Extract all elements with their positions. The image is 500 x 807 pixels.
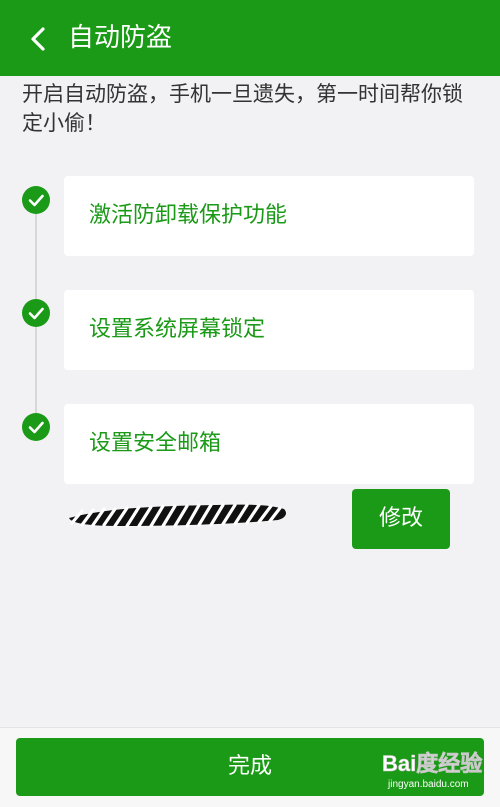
back-button[interactable] xyxy=(24,22,54,56)
app-header: 自动防盗 xyxy=(0,0,500,76)
baidu-jingyan-watermark: Bai度经验 jingyan.baidu.com xyxy=(382,747,494,795)
masked-email-scribble xyxy=(66,496,288,532)
edit-email-button[interactable]: 修改 xyxy=(352,489,450,549)
watermark-logo: Bai度经验 xyxy=(382,751,483,777)
step-card-security-email[interactable]: 设置安全邮箱 xyxy=(64,404,474,484)
step-card-anti-uninstall[interactable]: 激活防卸载保护功能 xyxy=(64,176,474,256)
step-label: 激活防卸载保护功能 xyxy=(89,203,288,228)
step-card-screen-lock[interactable]: 设置系统屏幕锁定 xyxy=(64,290,474,370)
step-3-check-icon xyxy=(22,413,50,441)
step-label: 设置安全邮箱 xyxy=(89,431,222,456)
intro-description: 开启自动防盗，手机一旦遗失，第一时间帮你锁定小偷！ xyxy=(22,82,463,135)
step-2-check-icon xyxy=(22,299,50,327)
chevron-left-icon xyxy=(31,27,45,51)
step-label: 设置系统屏幕锁定 xyxy=(89,317,266,342)
page-title: 自动防盗 xyxy=(68,23,173,53)
step-1-check-icon xyxy=(22,186,50,214)
watermark-url: jingyan.baidu.com xyxy=(388,779,469,790)
